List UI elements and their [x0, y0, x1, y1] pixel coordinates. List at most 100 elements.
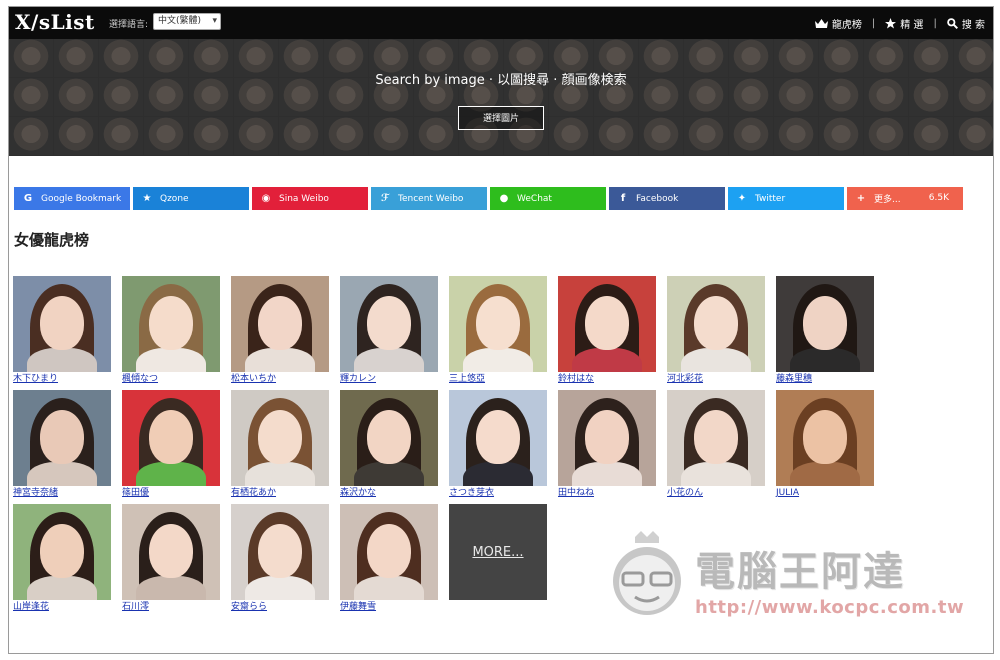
choose-image-button[interactable]: 選擇圖片	[458, 106, 544, 130]
actress-name-link[interactable]: 河北彩花	[667, 373, 765, 386]
actress-name-link[interactable]: 森沢かな	[340, 487, 438, 500]
photo-face	[258, 410, 302, 464]
photo-body	[681, 462, 751, 486]
share-button-qzone-star[interactable]: ★ Qzone	[133, 187, 249, 210]
photo-body	[354, 348, 424, 372]
nav-ranking[interactable]: 龍虎榜	[814, 16, 862, 31]
photo-body	[245, 462, 315, 486]
share-button-google[interactable]: G Google Bookmark	[14, 187, 130, 210]
photo-face	[803, 296, 847, 350]
actress-name-link[interactable]: 田中ねね	[558, 487, 656, 500]
photo-body	[463, 462, 533, 486]
actress-name-link[interactable]: 山岸逢花	[13, 601, 111, 614]
nav-separator: |	[933, 18, 937, 29]
actress-card: 小花のん	[667, 390, 765, 500]
actress-name-link[interactable]: 篠田優	[122, 487, 220, 500]
watermark: 電腦王阿達 http://www.kocpc.com.tw	[609, 527, 979, 637]
tencent-weibo-icon: ℱ	[380, 193, 390, 204]
wechat-icon: ●	[499, 193, 509, 204]
actress-name-link[interactable]: 石川澪	[122, 601, 220, 614]
actress-name-link[interactable]: 木下ひまり	[13, 373, 111, 386]
share-button-label: Google Bookmark	[41, 193, 122, 204]
photo-face	[258, 296, 302, 350]
actress-photo[interactable]	[558, 390, 656, 486]
photo-face	[476, 410, 520, 464]
photo-face	[367, 296, 411, 350]
actress-photo[interactable]	[122, 390, 220, 486]
actress-photo[interactable]	[776, 390, 874, 486]
share-button-facebook[interactable]: f Facebook	[609, 187, 725, 210]
section-title: 女優龍虎榜	[14, 231, 90, 249]
photo-face	[149, 296, 193, 350]
actress-card: 山岸逢花	[13, 504, 111, 614]
photo-body	[245, 576, 315, 600]
actress-card: 楓傾なつ	[122, 276, 220, 386]
actress-card: 神宮寺奈緒	[13, 390, 111, 500]
actress-card: 輝カレン	[340, 276, 438, 386]
actress-photo[interactable]	[776, 276, 874, 372]
nav-separator: |	[871, 18, 876, 29]
actress-name-link[interactable]: 藤森里穗	[776, 373, 874, 386]
share-button-wechat[interactable]: ● WeChat	[490, 187, 606, 210]
photo-face	[40, 410, 84, 464]
actress-name-link[interactable]: 有栖花あか	[231, 487, 329, 500]
actress-photo[interactable]	[449, 276, 547, 372]
actress-name-link[interactable]: 楓傾なつ	[122, 373, 220, 386]
actress-photo[interactable]	[13, 504, 111, 600]
actress-name-link[interactable]: JULIA	[776, 487, 874, 500]
actress-photo[interactable]	[122, 504, 220, 600]
actress-photo[interactable]	[667, 390, 765, 486]
share-button-tencent-weibo[interactable]: ℱ Tencent Weibo	[371, 187, 487, 210]
weibo-icon: ◉	[261, 193, 271, 204]
photo-body	[27, 576, 97, 600]
share-button-plus[interactable]: + 更多... 6.5K	[847, 187, 963, 210]
banner-title: Search by image · 以圖搜尋 · 顔画像検索	[375, 73, 627, 88]
actress-photo[interactable]	[449, 390, 547, 486]
actress-name-link[interactable]: さつき芽衣	[449, 487, 547, 500]
nav-featured-label: 精 選	[900, 20, 924, 31]
site-logo[interactable]: X/sList	[15, 10, 95, 34]
more-card: MORE...	[449, 504, 547, 614]
language-select[interactable]: 中文(繁體) ▾	[153, 13, 221, 30]
actress-name-link[interactable]: 伊藤舞雪	[340, 601, 438, 614]
top-navigation-bar: X/sList 選擇語言: 中文(繁體) ▾ 龍虎榜 | 精 選 | 搜 索	[9, 7, 993, 39]
photo-face	[149, 524, 193, 578]
more-button[interactable]: MORE...	[449, 504, 547, 600]
actress-card: 河北彩花	[667, 276, 765, 386]
actress-name-link[interactable]: 松本いちか	[231, 373, 329, 386]
actress-photo[interactable]	[13, 276, 111, 372]
actress-card: 田中ねね	[558, 390, 656, 500]
actress-name-link[interactable]: 輝カレン	[340, 373, 438, 386]
nav-search[interactable]: 搜 索	[947, 16, 985, 31]
star-icon	[885, 18, 897, 29]
actress-photo[interactable]	[558, 276, 656, 372]
photo-face	[694, 410, 738, 464]
share-count: 6.5K	[928, 193, 949, 203]
share-button-twitter[interactable]: ✦ Twitter	[728, 187, 844, 210]
actress-card: 鈴村はな	[558, 276, 656, 386]
chevron-down-icon: ▾	[212, 16, 217, 26]
actress-name-link[interactable]: 神宮寺奈緒	[13, 487, 111, 500]
actress-photo[interactable]	[667, 276, 765, 372]
actress-photo[interactable]	[340, 504, 438, 600]
actress-name-link[interactable]: 小花のん	[667, 487, 765, 500]
share-button-label: Facebook	[636, 193, 679, 204]
actress-name-link[interactable]: 鈴村はな	[558, 373, 656, 386]
actress-photo[interactable]	[340, 276, 438, 372]
actress-card: 伊藤舞雪	[340, 504, 438, 614]
actress-photo[interactable]	[231, 276, 329, 372]
page-frame: X/sList 選擇語言: 中文(繁體) ▾ 龍虎榜 | 精 選 | 搜 索 S…	[8, 6, 994, 654]
actress-photo[interactable]	[340, 390, 438, 486]
photo-body	[136, 348, 206, 372]
language-label: 選擇語言:	[109, 20, 149, 30]
actress-photo[interactable]	[231, 390, 329, 486]
actress-photo[interactable]	[13, 390, 111, 486]
actress-photo[interactable]	[122, 276, 220, 372]
actress-card: 松本いちか	[231, 276, 329, 386]
actress-name-link[interactable]: 安齋らら	[231, 601, 329, 614]
nav-featured[interactable]: 精 選	[885, 16, 923, 31]
actress-name-link[interactable]: 三上悠亞	[449, 373, 547, 386]
actress-photo[interactable]	[231, 504, 329, 600]
share-button-weibo[interactable]: ◉ Sina Weibo	[252, 187, 368, 210]
photo-face	[40, 296, 84, 350]
